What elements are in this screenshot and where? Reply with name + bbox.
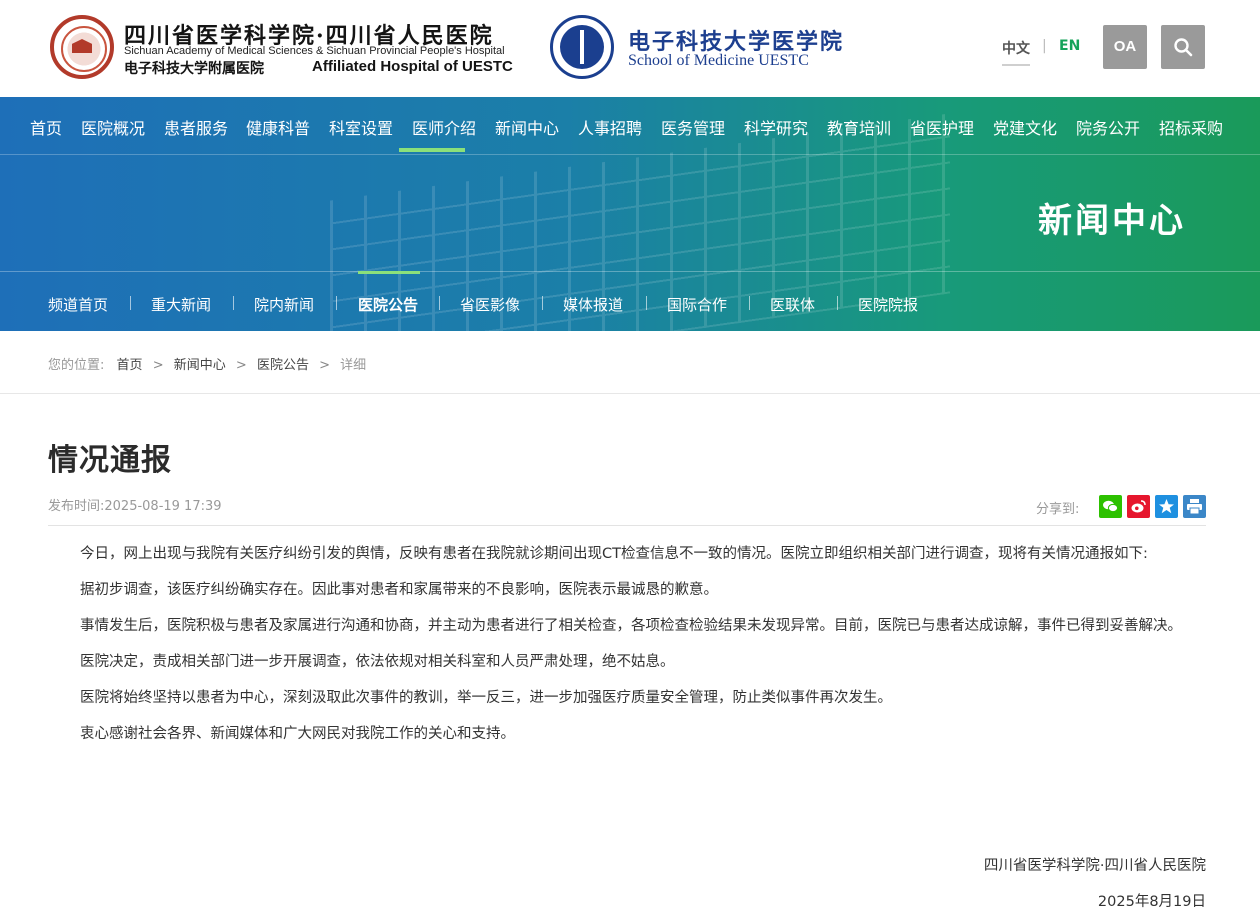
article-date: 2025年8月19日	[1097, 894, 1206, 910]
main-nav-item[interactable]: 招标采购	[1159, 115, 1223, 139]
sub-nav-separator	[542, 296, 543, 310]
banner-title: 新闻中心	[1038, 201, 1186, 241]
main-nav-active-indicator	[399, 148, 465, 152]
breadcrumb-item[interactable]: 医院公告	[257, 358, 309, 373]
breadcrumb-separator: >	[235, 358, 247, 373]
main-nav-item[interactable]: 患者服务	[164, 115, 228, 139]
sub-nav-separator	[439, 296, 440, 310]
article-title: 情况通报	[48, 443, 172, 478]
sub-nav-separator	[336, 296, 337, 310]
article-paragraph: 衷心感谢社会各界、新闻媒体和广大网民对我院工作的关心和支持。	[80, 726, 515, 742]
school-name-en: School of Medicine UESTC	[628, 52, 809, 69]
main-nav-item[interactable]: 医院概况	[81, 115, 145, 139]
sub-nav-item[interactable]: 国际合作	[667, 294, 727, 315]
search-icon	[1174, 38, 1193, 57]
sub-nav-item[interactable]: 重大新闻	[151, 294, 211, 315]
sub-nav-separator	[233, 296, 234, 310]
article-paragraph: 事情发生后，医院积极与患者及家属进行沟通和协商，并主动为患者进行了相关检查，各项…	[80, 618, 1182, 634]
hospital-logo[interactable]	[50, 15, 114, 79]
article-paragraph: 医院决定，责成相关部门进一步开展调查，依法依规对相关科室和人员严肃处理，绝不姑息…	[80, 654, 675, 670]
main-nav: 首页 医院概况 患者服务 健康科普 科室设置 医师介绍 新闻中心 人事招聘 医务…	[0, 97, 1260, 154]
org-name-en: Sichuan Academy of Medical Sciences & Si…	[124, 45, 505, 57]
breadcrumb-item[interactable]: 首页	[117, 358, 143, 373]
breadcrumb-item[interactable]: 新闻中心	[174, 358, 226, 373]
breadcrumb-separator: >	[152, 358, 164, 373]
article-paragraph: 据初步调查，该医疗纠纷确实存在。因此事对患者和家属带来的不良影响，医院表示最诚恳…	[80, 582, 718, 598]
main-nav-item[interactable]: 院务公开	[1076, 115, 1140, 139]
share-weibo-button[interactable]	[1127, 495, 1150, 518]
search-button[interactable]	[1161, 25, 1205, 69]
article-paragraph: 今日，网上出现与我院有关医疗纠纷引发的舆情，反映有患者在我院就诊期间出现CT检查…	[80, 546, 1148, 562]
main-nav-item[interactable]: 首页	[30, 115, 62, 139]
breadcrumb-divider	[0, 393, 1260, 394]
main-nav-item[interactable]: 党建文化	[993, 115, 1057, 139]
sub-nav-item[interactable]: 医院院报	[858, 294, 918, 315]
sub-nav-active-indicator	[358, 271, 420, 274]
breadcrumb-prefix: 您的位置:	[48, 358, 105, 373]
main-nav-item[interactable]: 省医护理	[910, 115, 974, 139]
subnav-divider	[0, 271, 1260, 272]
affiliated-name-en: Affiliated Hospital of UESTC	[312, 58, 513, 75]
sub-nav-item[interactable]: 频道首页	[48, 294, 108, 315]
lang-zh-link[interactable]: 中文	[1002, 38, 1030, 66]
publish-time: 发布时间:2025-08-19 17:39	[48, 499, 222, 514]
breadcrumb: 您的位置: 首页 > 新闻中心 > 医院公告 > 详细	[48, 354, 366, 373]
banner: 首页 医院概况 患者服务 健康科普 科室设置 医师介绍 新闻中心 人事招聘 医务…	[0, 97, 1260, 331]
main-nav-item[interactable]: 教育培训	[827, 115, 891, 139]
main-nav-item[interactable]: 新闻中心	[495, 115, 559, 139]
sub-nav-separator	[646, 296, 647, 310]
qzone-icon	[1159, 499, 1174, 514]
article-divider	[48, 525, 1206, 526]
share-qzone-button[interactable]	[1155, 495, 1178, 518]
main-nav-item[interactable]: 健康科普	[246, 115, 310, 139]
main-nav-item[interactable]: 人事招聘	[578, 115, 642, 139]
site-header: 四川省医学科学院·四川省人民医院 Sichuan Academy of Medi…	[0, 0, 1260, 97]
breadcrumb-separator: >	[319, 358, 330, 373]
sub-nav-separator	[749, 296, 750, 310]
sub-nav-item[interactable]: 院内新闻	[254, 294, 314, 315]
share-wechat-button[interactable]	[1099, 495, 1122, 518]
affiliated-name-cn: 电子科技大学附属医院	[124, 61, 264, 77]
weibo-icon	[1131, 500, 1146, 513]
print-icon	[1187, 499, 1202, 515]
nav-divider	[0, 154, 1260, 155]
lang-en-link[interactable]: EN	[1059, 38, 1080, 54]
oa-button[interactable]: OA	[1103, 25, 1147, 69]
sub-nav-item[interactable]: 省医影像	[460, 294, 520, 315]
article-paragraph: 医院将始终坚持以患者为中心，深刻汲取此次事件的教训，举一反三，进一步加强医疗质量…	[80, 690, 892, 706]
article-body: 今日，网上出现与我院有关医疗纠纷引发的舆情，反映有患者在我院就诊期间出现CT检查…	[48, 540, 1208, 756]
main-nav-item[interactable]: 科学研究	[744, 115, 808, 139]
sub-nav-item[interactable]: 媒体报道	[563, 294, 623, 315]
sub-nav-item[interactable]: 医联体	[770, 294, 815, 315]
breadcrumb-current: 详细	[340, 358, 367, 373]
main-nav-item[interactable]: 科室设置	[329, 115, 393, 139]
school-logo[interactable]	[550, 15, 614, 79]
sub-nav-item-active[interactable]: 医院公告	[358, 294, 418, 315]
sub-nav-separator	[130, 296, 131, 310]
sub-nav-separator	[837, 296, 838, 310]
article-signature: 四川省医学科学院·四川省人民医院	[983, 858, 1206, 874]
wechat-icon	[1103, 500, 1119, 513]
share-print-button[interactable]	[1183, 495, 1206, 518]
main-nav-item-active[interactable]: 医师介绍	[412, 115, 476, 139]
share-label: 分享到:	[1036, 502, 1080, 517]
main-nav-item[interactable]: 医务管理	[661, 115, 725, 139]
lang-separator: |	[1042, 38, 1047, 54]
